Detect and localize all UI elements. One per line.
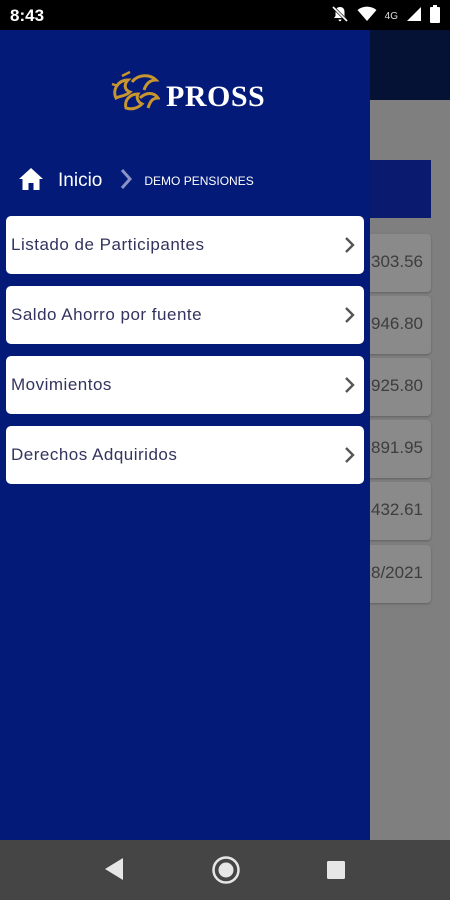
chevron-right-icon bbox=[344, 306, 356, 329]
status-time: 8:43 bbox=[10, 6, 45, 25]
chevron-right-icon bbox=[344, 446, 356, 469]
menu-item-label: Movimientos bbox=[11, 375, 112, 394]
system-navigation-bar bbox=[0, 840, 450, 900]
menu-item-label: Saldo Ahorro por fuente bbox=[11, 305, 203, 324]
chevron-right-icon bbox=[120, 168, 133, 195]
home-button-icon[interactable] bbox=[211, 855, 241, 890]
wifi-icon bbox=[357, 6, 377, 27]
menu-item-movimientos[interactable]: Movimientos bbox=[6, 356, 364, 414]
menu-item-label: Listado de Participantes bbox=[11, 235, 205, 254]
logo-text: PROSS bbox=[166, 79, 266, 113]
home-icon[interactable] bbox=[18, 167, 44, 196]
pross-logo-icon bbox=[108, 68, 161, 125]
menu-item-listado-participantes[interactable]: Listado de Participantes bbox=[6, 216, 364, 274]
drawer-menu: Listado de Participantes Saldo Ahorro po… bbox=[6, 216, 364, 496]
navigation-drawer: PROSS Inicio DEMO PENSIONES Listado de P… bbox=[0, 30, 370, 840]
menu-item-label: Derechos Adquiridos bbox=[11, 445, 178, 464]
breadcrumb: Inicio DEMO PENSIONES bbox=[18, 166, 254, 196]
status-bar: 8:43 4G bbox=[0, 0, 450, 30]
recents-icon[interactable] bbox=[326, 860, 346, 885]
breadcrumb-current: DEMO PENSIONES bbox=[144, 174, 254, 188]
status-icons: 4G bbox=[331, 5, 440, 28]
network-type: 4G bbox=[384, 11, 398, 22]
menu-item-derechos-adquiridos[interactable]: Derechos Adquiridos bbox=[6, 426, 364, 484]
back-icon[interactable] bbox=[103, 856, 125, 887]
chevron-right-icon bbox=[344, 236, 356, 259]
mute-notification-icon bbox=[331, 5, 349, 28]
menu-item-saldo-ahorro[interactable]: Saldo Ahorro por fuente bbox=[6, 286, 364, 344]
breadcrumb-home[interactable]: Inicio bbox=[58, 170, 102, 192]
app-logo: PROSS bbox=[108, 68, 265, 125]
chevron-right-icon bbox=[344, 376, 356, 399]
battery-icon bbox=[430, 5, 440, 28]
signal-icon bbox=[406, 6, 422, 27]
